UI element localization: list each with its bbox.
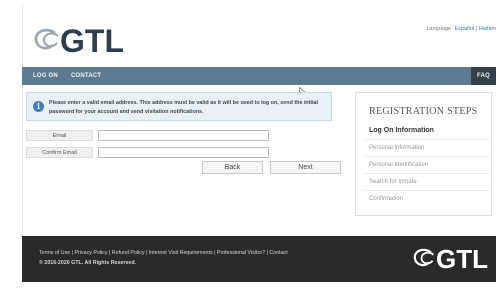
email-label: Email	[26, 130, 93, 141]
step-divider	[364, 173, 489, 174]
step-personal-information: Personal Information	[369, 145, 425, 151]
gtl-logo[interactable]: GTL	[33, 21, 124, 61]
step-personal-identification: Personal Identification	[369, 162, 429, 168]
footer-links[interactable]: Terms of Use | Privacy Policy | Refund P…	[39, 250, 288, 256]
confirm-email-label: Confirm Email	[26, 147, 93, 158]
nav-item-logon[interactable]: LOG ON	[33, 67, 58, 85]
gtl-logo-icon	[413, 248, 435, 267]
language-links[interactable]: Español | Haitien	[455, 26, 496, 32]
step-confirmation: Confirmation	[369, 196, 404, 202]
info-message: i Please enter a valid email address. Th…	[26, 92, 332, 121]
step-divider	[364, 156, 489, 157]
footer: Terms of Use | Privacy Policy | Refund P…	[22, 236, 496, 282]
step-log-on-information: Log On Information	[369, 127, 434, 134]
registration-steps-panel: REGISTRATION STEPS Log On Information Pe…	[355, 92, 492, 216]
footer-logo: GTL	[412, 246, 488, 272]
nav-item-faq[interactable]: FAQ	[471, 67, 496, 85]
language-label: Language	[426, 26, 451, 32]
nav-item-contact[interactable]: CONTACT	[71, 67, 101, 85]
page: GTL Language Español | Haitien LOG ON CO…	[0, 0, 496, 294]
step-divider	[364, 190, 489, 191]
step-divider	[364, 139, 489, 140]
logo-text: GTL	[60, 23, 124, 59]
back-button[interactable]: Back	[202, 161, 263, 174]
gtl-logo-icon	[34, 28, 59, 50]
confirm-email-field[interactable]	[98, 147, 269, 158]
step-search-for-inmate: Search for Inmate	[369, 179, 417, 185]
nav-bar: LOG ON CONTACT FAQ	[22, 67, 496, 85]
bottom-strip	[22, 282, 496, 292]
language-selector: Language Español | Haitien	[427, 26, 496, 32]
email-field[interactable]	[98, 130, 269, 141]
footer-copyright: © 2016-2020 GTL. All Rights Reserved.	[39, 260, 137, 266]
steps-title: REGISTRATION STEPS	[369, 106, 478, 117]
header: GTL Language Español | Haitien	[22, 4, 496, 68]
info-message-text: Please enter a valid email address. This…	[49, 100, 319, 115]
footer-logo-text: GTL	[436, 244, 488, 274]
next-button[interactable]: Next	[270, 161, 341, 174]
info-icon: i	[33, 101, 44, 112]
